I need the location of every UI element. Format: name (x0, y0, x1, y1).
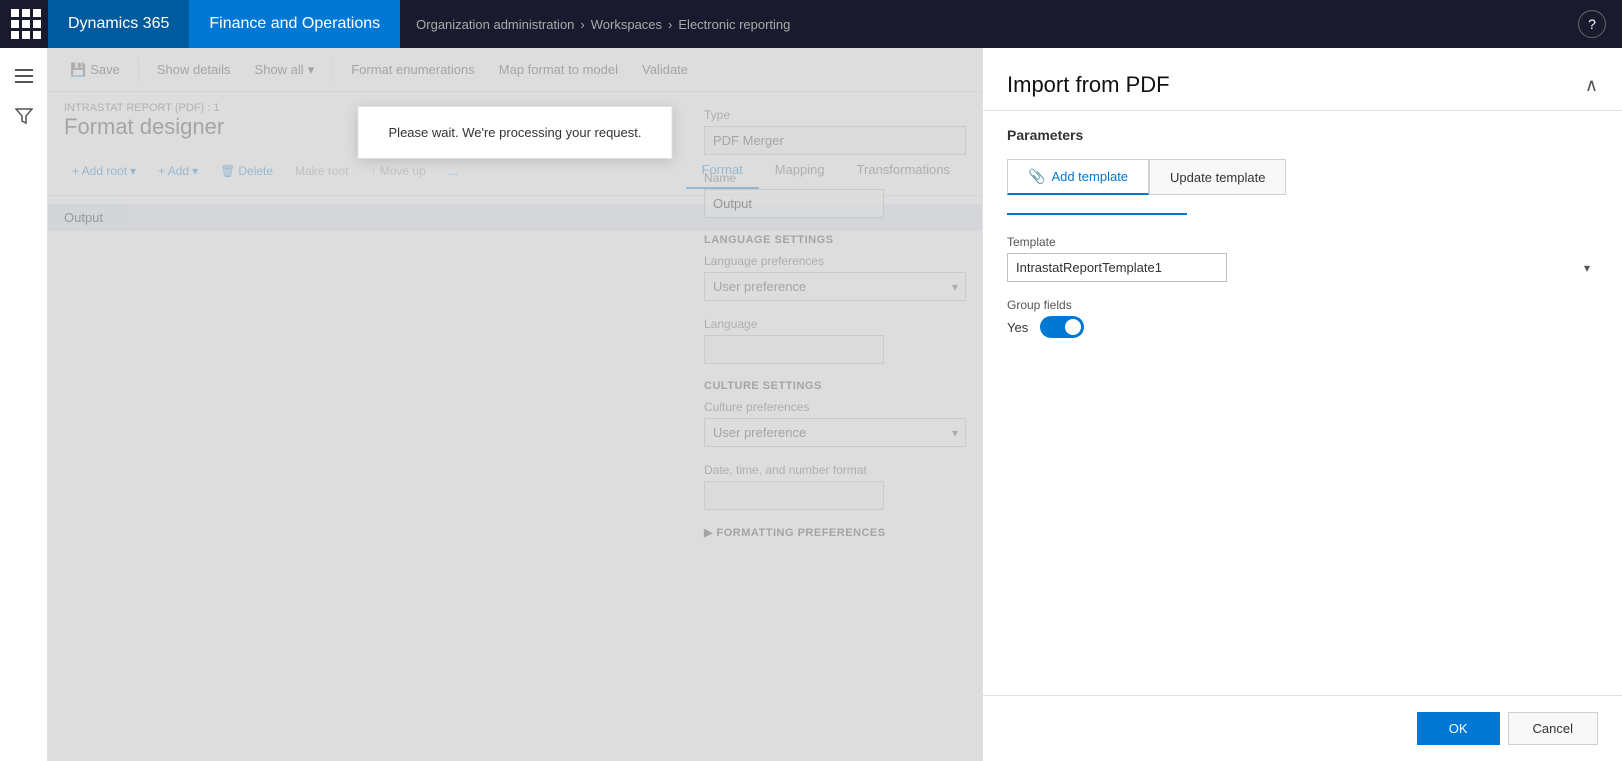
toggle-knob (1065, 319, 1081, 335)
parameters-section-title: Parameters (1007, 127, 1598, 143)
language-field: Language (704, 317, 966, 364)
culture-settings-header: CULTURE SETTINGS (704, 380, 966, 392)
right-panel-header: Import from PDF ∧ (983, 48, 1622, 111)
date-format-input[interactable] (704, 481, 884, 510)
cancel-button[interactable]: Cancel (1508, 712, 1598, 745)
type-field: Type PDF Merger (704, 108, 966, 155)
chevron-down-icon: ▾ (1584, 261, 1590, 275)
right-panel: Import from PDF ∧ Parameters 📎 Add templ… (982, 48, 1622, 761)
tab-add-template[interactable]: 📎 Add template (1007, 159, 1149, 195)
culture-pref-select[interactable]: User preference (704, 418, 966, 447)
main-layout: 💾 Save Show details Show all ▾ Format en… (0, 48, 1622, 761)
chevron-down-icon: ▾ (308, 62, 315, 78)
show-details-button[interactable]: Show details (147, 58, 241, 81)
map-format-button[interactable]: Map format to model (489, 58, 628, 81)
culture-pref-select-wrapper: User preference ▾ (704, 418, 966, 447)
sidebar-filter-button[interactable] (4, 96, 44, 136)
collapse-panel-button[interactable]: ∧ (1585, 75, 1598, 96)
top-navigation: Dynamics 365 Finance and Operations Orga… (0, 0, 1622, 48)
toolbar-separator (138, 58, 139, 82)
language-pref-field: Language preferences User preference ▾ (704, 254, 966, 301)
add-root-button[interactable]: + Add root ▾ (64, 160, 144, 182)
sidebar (0, 48, 48, 761)
add-button[interactable]: + Add ▾ (150, 160, 206, 182)
ok-button[interactable]: OK (1417, 712, 1500, 745)
tab-active-underline (1007, 213, 1187, 215)
breadcrumb: Organization administration › Workspaces… (400, 17, 806, 32)
content-area: 💾 Save Show details Show all ▾ Format en… (48, 48, 982, 761)
language-pref-select-wrapper: User preference ▾ (704, 272, 966, 301)
formatting-pref-header[interactable]: ▶ FORMATTING PREFERENCES (704, 526, 966, 539)
help-button[interactable]: ? (1578, 10, 1606, 38)
sidebar-menu-button[interactable] (4, 56, 44, 96)
tab-update-template[interactable]: Update template (1149, 159, 1286, 195)
delete-button[interactable]: 🗑 Delete (212, 160, 281, 182)
group-fields-toggle[interactable] (1040, 316, 1084, 338)
waffle-menu-button[interactable] (8, 6, 44, 42)
paperclip-icon: 📎 (1028, 168, 1045, 185)
panel-footer: OK Cancel (983, 695, 1622, 761)
template-select-wrapper: IntrastatReportTemplate1 ▾ (1007, 253, 1598, 282)
validate-button[interactable]: Validate (632, 58, 698, 81)
make-root-button[interactable]: Make root (287, 160, 356, 182)
move-up-button[interactable]: ↑ Move up (362, 160, 433, 182)
name-input[interactable] (704, 189, 884, 218)
toggle-row: Yes (1007, 316, 1598, 338)
panel-body: Parameters 📎 Add template Update templat… (983, 111, 1622, 695)
language-input[interactable] (704, 335, 884, 364)
chevron-down-icon: ▾ (130, 164, 136, 178)
group-fields-field: Group fields Yes (1007, 298, 1598, 338)
template-tabs: 📎 Add template Update template (1007, 159, 1598, 195)
form-area: Type PDF Merger Name LANGUAGE SETTINGS L… (688, 92, 982, 563)
toolbar-separator2 (332, 58, 333, 82)
dynamics365-label[interactable]: Dynamics 365 (48, 0, 189, 48)
right-panel-title: Import from PDF (1007, 72, 1170, 98)
more-button[interactable]: ... (440, 160, 466, 182)
template-select[interactable]: IntrastatReportTemplate1 (1007, 253, 1227, 282)
template-field: Template IntrastatReportTemplate1 ▾ (1007, 235, 1598, 282)
save-icon: 💾 (70, 62, 86, 78)
date-format-field: Date, time, and number format (704, 463, 966, 510)
finance-operations-label[interactable]: Finance and Operations (189, 0, 400, 48)
toast-notification: Please wait. We're processing your reque… (358, 106, 673, 159)
show-all-button[interactable]: Show all ▾ (245, 58, 325, 82)
expand-icon: ▶ (704, 527, 717, 539)
format-enumerations-button[interactable]: Format enumerations (341, 58, 485, 81)
nav-brand: Dynamics 365 Finance and Operations (48, 0, 400, 48)
toolbar: 💾 Save Show details Show all ▾ Format en… (48, 48, 982, 92)
language-pref-select[interactable]: User preference (704, 272, 966, 301)
name-field: Name (704, 171, 966, 218)
chevron-down-icon: ▾ (192, 164, 198, 178)
culture-pref-field: Culture preferences User preference ▾ (704, 400, 966, 447)
language-settings-header: LANGUAGE SETTINGS (704, 234, 966, 246)
save-button[interactable]: 💾 Save (60, 58, 130, 82)
delete-icon: 🗑 (220, 164, 235, 178)
